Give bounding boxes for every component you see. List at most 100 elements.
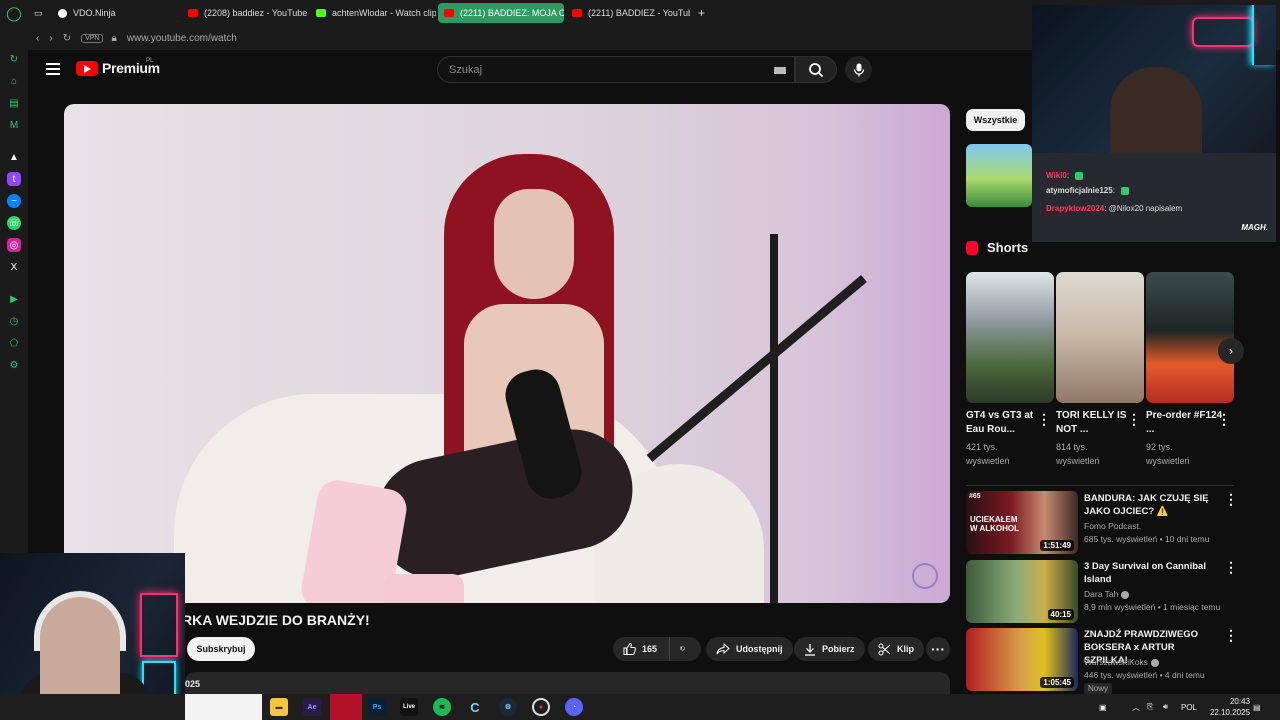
mic-stand-shape bbox=[770, 234, 778, 603]
channel-watermark-icon[interactable] bbox=[912, 563, 938, 589]
vpn-badge[interactable]: VPN bbox=[81, 33, 104, 43]
video-thumbnail[interactable]: #65 UCIEKAŁEM W ALKOHOL 1:51:49 bbox=[966, 491, 1078, 554]
tray-volume-icon[interactable]: 🔊︎ bbox=[1163, 694, 1168, 720]
tab-kick-clip[interactable]: achtenWlodar - Watch clip bbox=[310, 3, 436, 23]
channel-name[interactable]: Dara Tah bbox=[1084, 589, 1130, 599]
tray-chevron-up-icon[interactable]: ︿ bbox=[1132, 694, 1140, 720]
file-explorer-icon[interactable]: ▬ bbox=[270, 698, 288, 716]
description-box[interactable]: 025 bbox=[185, 672, 950, 694]
video-thumbnail[interactable]: 40:15 bbox=[966, 560, 1078, 623]
search-input[interactable]: Szukaj bbox=[437, 56, 795, 83]
sidebar-tasks-icon[interactable]: ▤ bbox=[7, 96, 21, 110]
short-menu-icon[interactable] bbox=[1127, 411, 1141, 428]
tab-baddiez-youtube[interactable]: (2211) BADDIEZ - YouTube bbox=[566, 3, 690, 23]
verified-icon bbox=[1150, 658, 1159, 667]
forward-icon[interactable]: › bbox=[49, 33, 52, 44]
video-thumbnail[interactable]: 1:05:45 bbox=[966, 628, 1078, 691]
tab-vdo-ninja[interactable]: VDO.Ninja bbox=[52, 3, 180, 23]
tray-desktop-icon[interactable]: ▣ bbox=[1099, 694, 1107, 720]
edge-browser-icon[interactable]: C bbox=[466, 698, 484, 716]
sidebar-instagram-icon[interactable]: ◎ bbox=[7, 238, 21, 252]
reload-icon[interactable]: ↻ bbox=[63, 33, 71, 44]
spotify-icon[interactable]: ≋ bbox=[433, 698, 451, 716]
short-menu-icon[interactable] bbox=[1217, 411, 1231, 428]
short-views: 92 tys. wyświetleń bbox=[1146, 442, 1190, 466]
sidebar-settings-icon[interactable]: ⚙ bbox=[7, 358, 21, 372]
short-title[interactable]: GT4 vs GT3 at Eau Rou... bbox=[966, 409, 1044, 437]
tab-baddiez-video-active[interactable]: (2211) BADDIEZ: MOJA C bbox=[438, 3, 564, 23]
channel-name[interactable]: Fomo Podcast. bbox=[1084, 521, 1141, 531]
search-placeholder: Szukaj bbox=[449, 63, 483, 76]
kick-icon bbox=[316, 9, 326, 17]
more-actions-button[interactable]: ··· bbox=[926, 637, 950, 661]
sidebar-extension-icon[interactable]: ⌂ bbox=[7, 74, 21, 88]
back-icon[interactable]: ‹ bbox=[36, 33, 39, 44]
subscribe-button[interactable]: Subskrybuj bbox=[187, 637, 255, 661]
discord-icon[interactable]: ◔ bbox=[565, 698, 583, 716]
tab-workspaces-icon[interactable]: ▭ bbox=[28, 3, 50, 23]
video-title-link[interactable]: 3 Day Survival on Cannibal Island bbox=[1084, 560, 1214, 586]
tab-title: (2211) BADDIEZ: MOJA C bbox=[460, 8, 564, 18]
short-thumbnail[interactable] bbox=[1056, 272, 1144, 403]
opera-gx-taskbar-icon[interactable] bbox=[330, 694, 362, 720]
video-menu-icon[interactable] bbox=[1224, 491, 1238, 508]
after-effects-icon[interactable]: Ae bbox=[303, 698, 321, 716]
video-menu-icon[interactable] bbox=[1224, 559, 1238, 576]
voice-search-button[interactable] bbox=[845, 56, 872, 83]
tab-baddiez-search[interactable]: (2208) baddiez - YouTube bbox=[182, 3, 308, 23]
video-title-link[interactable]: BANDURA: JAK CZUJĘ SIĘ JAKO OJCIEC? ⚠️ bbox=[1084, 492, 1214, 518]
notification-icon[interactable]: ▤ bbox=[1253, 694, 1261, 720]
short-menu-icon[interactable] bbox=[1037, 411, 1051, 428]
opera-logo-icon[interactable]: ◯ bbox=[0, 0, 28, 26]
sidebar-x-icon[interactable]: X bbox=[7, 260, 21, 274]
channel-name-text: Dara Tah bbox=[1084, 589, 1119, 599]
short-views: 421 tys. wyświetleń bbox=[966, 442, 1010, 466]
description-text: 025 bbox=[185, 679, 201, 689]
sidebar-whatsapp-icon[interactable]: ☏ bbox=[7, 216, 21, 230]
sidebar-mail-icon[interactable]: M bbox=[7, 118, 21, 132]
sidebar-twitch-icon[interactable]: t bbox=[7, 172, 21, 186]
clip-button[interactable]: Klip bbox=[868, 637, 924, 661]
short-title[interactable]: Pre-order #F124 ... bbox=[1146, 409, 1224, 437]
download-button[interactable]: Pobierz bbox=[794, 637, 865, 661]
search-button[interactable] bbox=[795, 56, 837, 83]
menu-icon[interactable] bbox=[46, 63, 60, 75]
tray-clock[interactable]: 20:43 22.10.2025 bbox=[1196, 696, 1250, 718]
recommended-thumbnail[interactable] bbox=[966, 144, 1032, 207]
neon-sign-shape bbox=[1192, 17, 1254, 47]
short-title[interactable]: TORI KELLY IS NOT ... bbox=[1056, 409, 1134, 437]
keyboard-icon[interactable] bbox=[774, 67, 786, 74]
chat-username: Wiki0 bbox=[1046, 171, 1067, 180]
tray-network-icon[interactable]: ⎘ bbox=[1147, 694, 1153, 720]
sidebar-player-icon[interactable]: ▶ bbox=[7, 292, 21, 306]
photoshop-icon[interactable]: Ps bbox=[368, 698, 386, 716]
short-thumbnail[interactable] bbox=[1146, 272, 1234, 403]
share-button[interactable]: Udostępnij bbox=[706, 637, 793, 661]
like-button[interactable]: 165 bbox=[613, 637, 669, 661]
sidebar-pinboard-icon[interactable]: ⬠ bbox=[7, 336, 21, 350]
shorts-next-button[interactable]: › bbox=[1218, 338, 1244, 364]
video-menu-icon[interactable] bbox=[1224, 627, 1238, 644]
chip-all[interactable]: Wszystkie bbox=[966, 109, 1025, 131]
sidebar-messenger-icon[interactable]: ~ bbox=[7, 194, 21, 208]
sidebar-aria-icon[interactable]: ▲ bbox=[7, 150, 21, 164]
sidebar-history-icon[interactable]: ◷ bbox=[7, 314, 21, 328]
channel-name[interactable]: WarszawskiKoks bbox=[1084, 657, 1159, 667]
url-field[interactable]: www.youtube.com/watch bbox=[127, 33, 237, 44]
obs-icon[interactable]: ● bbox=[532, 698, 550, 716]
short-thumbnail[interactable] bbox=[966, 272, 1054, 403]
taskbar-search-box[interactable] bbox=[185, 694, 262, 720]
thumbs-up-icon bbox=[623, 643, 636, 655]
ableton-live-icon[interactable]: Live bbox=[400, 698, 418, 716]
thumbnail-text: UCIEKAŁEM W ALKOHOL bbox=[970, 515, 1020, 533]
sidebar-refresh-icon[interactable]: ↻ bbox=[7, 52, 21, 66]
video-player[interactable] bbox=[64, 104, 950, 603]
steam-icon[interactable]: ⚙ bbox=[499, 698, 517, 716]
dislike-button[interactable] bbox=[669, 637, 701, 661]
tray-language[interactable]: POL bbox=[1181, 694, 1197, 720]
youtube-logo-icon[interactable] bbox=[76, 61, 98, 76]
chat-message: Wiki0: bbox=[1046, 171, 1084, 180]
new-tab-button[interactable]: + bbox=[692, 3, 710, 23]
short-views: 814 tys. wyświetleń bbox=[1056, 442, 1100, 466]
youtube-icon bbox=[572, 9, 582, 17]
